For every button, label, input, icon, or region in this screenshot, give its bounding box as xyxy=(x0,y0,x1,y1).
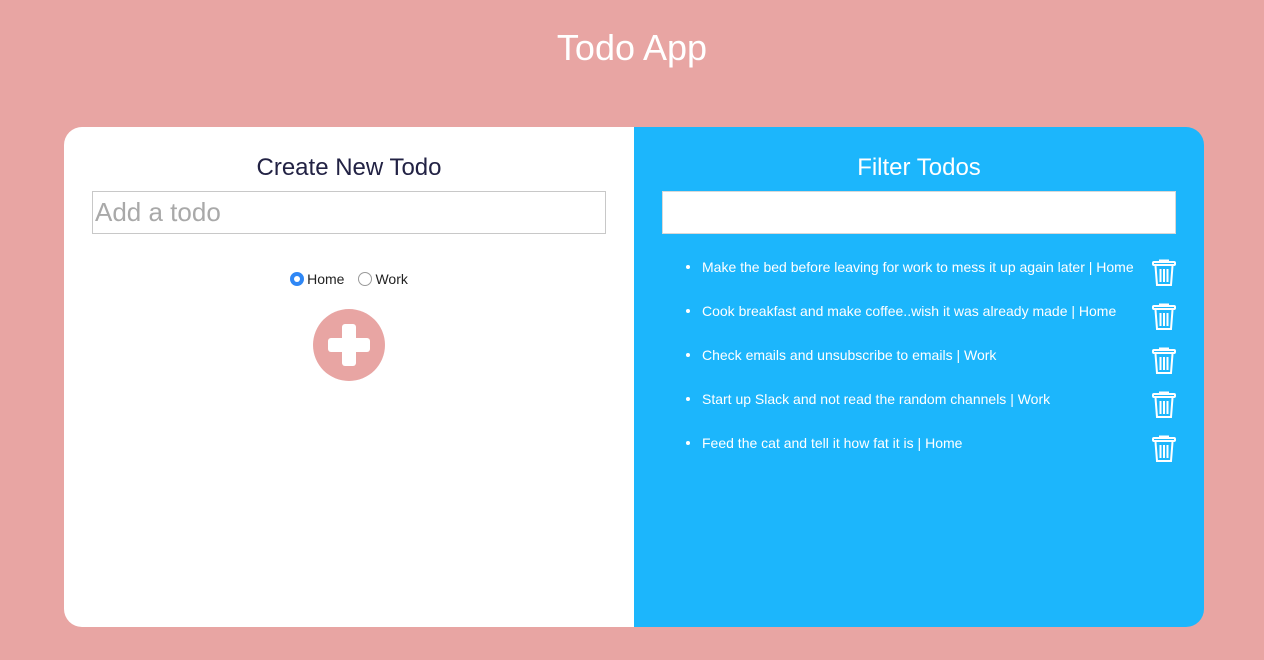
todo-text: Check emails and unsubscribe to emails |… xyxy=(702,347,997,363)
delete-todo-button[interactable] xyxy=(1152,347,1176,375)
bullet-icon xyxy=(686,441,690,445)
add-todo-button[interactable] xyxy=(313,309,385,381)
delete-todo-button[interactable] xyxy=(1152,435,1176,463)
radio-home-checked-icon[interactable] xyxy=(290,272,305,286)
filter-todos-panel: Filter Todos Make the bed before leaving… xyxy=(634,127,1204,627)
todo-item: Check emails and unsubscribe to emails |… xyxy=(634,343,1204,387)
todo-card: Create New Todo Home Work Filter Todos xyxy=(64,127,1204,627)
todo-item: Make the bed before leaving for work to … xyxy=(634,255,1204,299)
delete-todo-button[interactable] xyxy=(1152,391,1176,419)
todo-item: Start up Slack and not read the random c… xyxy=(634,387,1204,431)
bullet-icon xyxy=(686,309,690,313)
filter-todos-title: Filter Todos xyxy=(857,154,981,181)
bullet-icon xyxy=(686,353,690,357)
create-todo-title: Create New Todo xyxy=(256,154,442,181)
filter-input[interactable] xyxy=(662,191,1176,234)
bullet-icon xyxy=(686,265,690,269)
trash-icon xyxy=(1152,347,1176,374)
todo-item: Cook breakfast and make coffee..wish it … xyxy=(634,299,1204,343)
radio-work[interactable]: Work xyxy=(358,271,408,287)
plus-icon xyxy=(328,324,370,366)
radio-home[interactable]: Home xyxy=(290,271,344,287)
todo-item: Feed the cat and tell it how fat it is |… xyxy=(634,431,1204,475)
category-radio-group: Home Work xyxy=(64,271,634,287)
todo-text: Cook breakfast and make coffee..wish it … xyxy=(702,303,1117,319)
todo-text: Start up Slack and not read the random c… xyxy=(702,391,1051,407)
trash-icon xyxy=(1152,391,1176,418)
trash-icon xyxy=(1152,435,1176,462)
delete-todo-button[interactable] xyxy=(1152,259,1176,287)
app-title: Todo App xyxy=(556,27,708,68)
radio-work-unchecked-icon[interactable] xyxy=(358,272,373,286)
todo-text: Feed the cat and tell it how fat it is |… xyxy=(702,435,963,451)
trash-icon xyxy=(1152,259,1176,286)
radio-home-label: Home xyxy=(307,271,345,287)
todo-list: Make the bed before leaving for work to … xyxy=(634,255,1204,475)
delete-todo-button[interactable] xyxy=(1152,303,1176,331)
create-todo-panel: Create New Todo Home Work xyxy=(64,127,634,627)
bullet-icon xyxy=(686,397,690,401)
trash-icon xyxy=(1152,303,1176,330)
todo-text: Make the bed before leaving for work to … xyxy=(702,259,1134,275)
radio-work-label: Work xyxy=(375,271,408,287)
add-todo-input[interactable] xyxy=(92,191,606,234)
